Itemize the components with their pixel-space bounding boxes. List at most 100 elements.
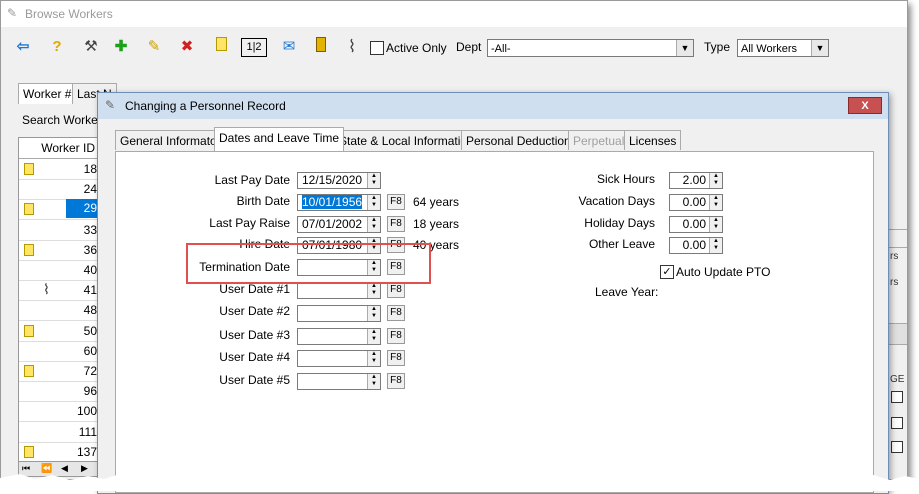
user-date-2-f8-button[interactable]: F8 <box>387 305 405 321</box>
spinner-icon[interactable]: ▲ ▼ <box>367 195 380 210</box>
worker-id-header[interactable]: Worker ID <box>41 141 95 155</box>
vacation-days-field[interactable]: 0.00 ▲ ▼ <box>669 194 723 211</box>
birth-date-field[interactable]: 10/01/1956 ▲ ▼ <box>297 194 381 211</box>
chevron-down-icon[interactable]: ▼ <box>676 40 693 56</box>
table-row[interactable]: 100 <box>19 401 99 423</box>
last-pay-raise-label: Last Pay Raise <box>209 216 290 230</box>
back-arrow-icon[interactable]: ⇦ <box>13 37 33 57</box>
tab-state-local-information[interactable]: State & Local Information <box>334 130 479 150</box>
worker-id-cell: 96 <box>83 384 97 399</box>
active-only-checkbox[interactable] <box>370 41 384 55</box>
other-leave-field[interactable]: 0.00 ▲ ▼ <box>669 237 723 254</box>
vacation-days-value: 0.00 <box>682 195 706 209</box>
dialog-app-icon: ✎ <box>105 98 116 112</box>
spinner-icon[interactable]: ▲ ▼ <box>367 329 380 344</box>
table-row[interactable]: 18 <box>19 159 99 180</box>
last-pay-raise-f8-button[interactable]: F8 <box>387 216 405 232</box>
worker-id-cell: 137 <box>76 444 97 459</box>
note-icon <box>24 445 34 458</box>
highlight-box <box>186 243 431 284</box>
holiday-days-field[interactable]: 0.00 ▲ ▼ <box>669 216 723 233</box>
tab-worker-number[interactable]: Worker # <box>18 83 77 104</box>
spinner-icon[interactable]: ▲ ▼ <box>367 374 380 389</box>
table-row[interactable]: 36 <box>19 240 99 261</box>
table-row[interactable]: ⌇ 41 <box>19 280 99 302</box>
close-button[interactable]: X <box>848 97 882 114</box>
user-date-2-label: User Date #2 <box>219 304 290 318</box>
tab-personal-deductions[interactable]: Personal Deductions <box>461 130 582 150</box>
user-date-1-f8-button[interactable]: F8 <box>387 282 405 298</box>
page-numbers-icon[interactable]: 1|2 <box>241 38 267 57</box>
active-only-label: Active Only <box>386 41 447 55</box>
spinner-icon[interactable]: ▲ ▼ <box>367 306 380 321</box>
dept-select[interactable]: -All- ▼ <box>487 39 694 57</box>
user-date-4-field[interactable]: ▲ ▼ <box>297 350 381 367</box>
user-date-3-f8-button[interactable]: F8 <box>387 328 405 344</box>
tab-dates-and-leave-time[interactable]: Dates and Leave Time <box>214 127 345 151</box>
table-row[interactable]: 48 <box>19 300 99 322</box>
book-icon[interactable] <box>311 37 331 57</box>
dialog-title: Changing a Personnel Record <box>125 99 286 113</box>
spinner-icon[interactable]: ▲ ▼ <box>367 217 380 232</box>
worker-id-cell: 60 <box>83 343 97 358</box>
auto-update-pto-checkbox[interactable]: ✓ <box>660 265 674 279</box>
birth-date-years: 64 years <box>413 195 460 209</box>
right-panel-bar <box>888 323 907 345</box>
delete-record-icon[interactable]: ✖ <box>177 37 197 57</box>
note-icon <box>24 243 34 256</box>
dialog-title-bar: ✎ Changing a Personnel Record X <box>98 93 888 119</box>
sick-hours-label: Sick Hours <box>596 172 655 186</box>
user-date-2-field[interactable]: ▲ ▼ <box>297 305 381 322</box>
spinner-icon[interactable]: ▲ ▼ <box>367 283 380 298</box>
table-row[interactable]: 33 <box>19 220 99 241</box>
worker-id-cell: 111 <box>78 424 97 439</box>
table-row[interactable]: 111 <box>19 422 99 443</box>
attachment-icon[interactable]: ⌇ <box>342 37 362 57</box>
right-checkbox-1[interactable] <box>891 391 903 403</box>
worker-id-cell: 29 <box>66 199 99 219</box>
user-date-5-f8-button[interactable]: F8 <box>387 373 405 389</box>
table-row[interactable]: 96 <box>19 381 99 403</box>
table-row[interactable]: 50 <box>19 321 99 342</box>
spinner-icon[interactable]: ▲ ▼ <box>709 217 722 232</box>
table-row[interactable]: 137 <box>19 442 99 463</box>
note-icon[interactable] <box>211 37 231 57</box>
birth-date-f8-button[interactable]: F8 <box>387 194 405 210</box>
email-icon[interactable]: ✉ <box>277 37 301 57</box>
user-date-4-f8-button[interactable]: F8 <box>387 350 405 366</box>
note-icon <box>24 324 34 337</box>
last-pay-raise-field[interactable]: 07/01/2002 ▲ ▼ <box>297 216 381 233</box>
spinner-icon[interactable]: ▲ ▼ <box>367 351 380 366</box>
table-row[interactable]: 40 <box>19 260 99 281</box>
last-pay-date-value: 12/15/2020 <box>302 173 363 187</box>
right-checkbox-3[interactable] <box>891 441 903 453</box>
type-select[interactable]: All Workers ▼ <box>737 39 829 57</box>
chevron-down-icon[interactable]: ▼ <box>811 40 828 56</box>
tools-icon[interactable]: ⚒ <box>81 37 101 57</box>
table-row[interactable]: 72 <box>19 361 99 382</box>
spinner-icon[interactable]: ▲ ▼ <box>709 238 722 253</box>
sick-hours-field[interactable]: 2.00 ▲ ▼ <box>669 172 723 189</box>
spinner-icon[interactable]: ▲ ▼ <box>367 173 380 188</box>
table-row[interactable]: 60 <box>19 341 99 362</box>
user-date-1-field[interactable]: ▲ ▼ <box>297 282 381 299</box>
note-icon <box>24 365 34 377</box>
user-date-1-label: User Date #1 <box>219 282 290 296</box>
worker-grid: Worker ID 18 24 29 33 36 40 ⌇ 41 48 50 60 72 96 100 11… <box>18 137 100 463</box>
right-panel-border <box>888 229 907 248</box>
user-date-5-field[interactable]: ▲ ▼ <box>297 373 381 390</box>
add-record-icon[interactable]: ✚ <box>111 37 131 57</box>
edit-record-icon[interactable]: ✎ <box>144 37 164 57</box>
table-row[interactable]: 24 <box>19 179 99 201</box>
spinner-icon[interactable]: ▲ ▼ <box>709 173 722 188</box>
attachment-icon: ⌇ <box>43 281 50 298</box>
tab-licenses[interactable]: Licenses <box>624 130 682 150</box>
help-icon[interactable]: ? <box>47 37 67 57</box>
right-checkbox-2[interactable] <box>891 417 903 429</box>
user-date-3-field[interactable]: ▲ ▼ <box>297 328 381 345</box>
last-pay-date-field[interactable]: 12/15/2020 ▲ ▼ <box>297 172 381 189</box>
dept-select-value: -All- <box>491 43 511 55</box>
table-row[interactable]: 29 <box>19 199 99 221</box>
tab-general-information[interactable]: General Informaton <box>115 130 229 150</box>
spinner-icon[interactable]: ▲ ▼ <box>709 195 722 210</box>
